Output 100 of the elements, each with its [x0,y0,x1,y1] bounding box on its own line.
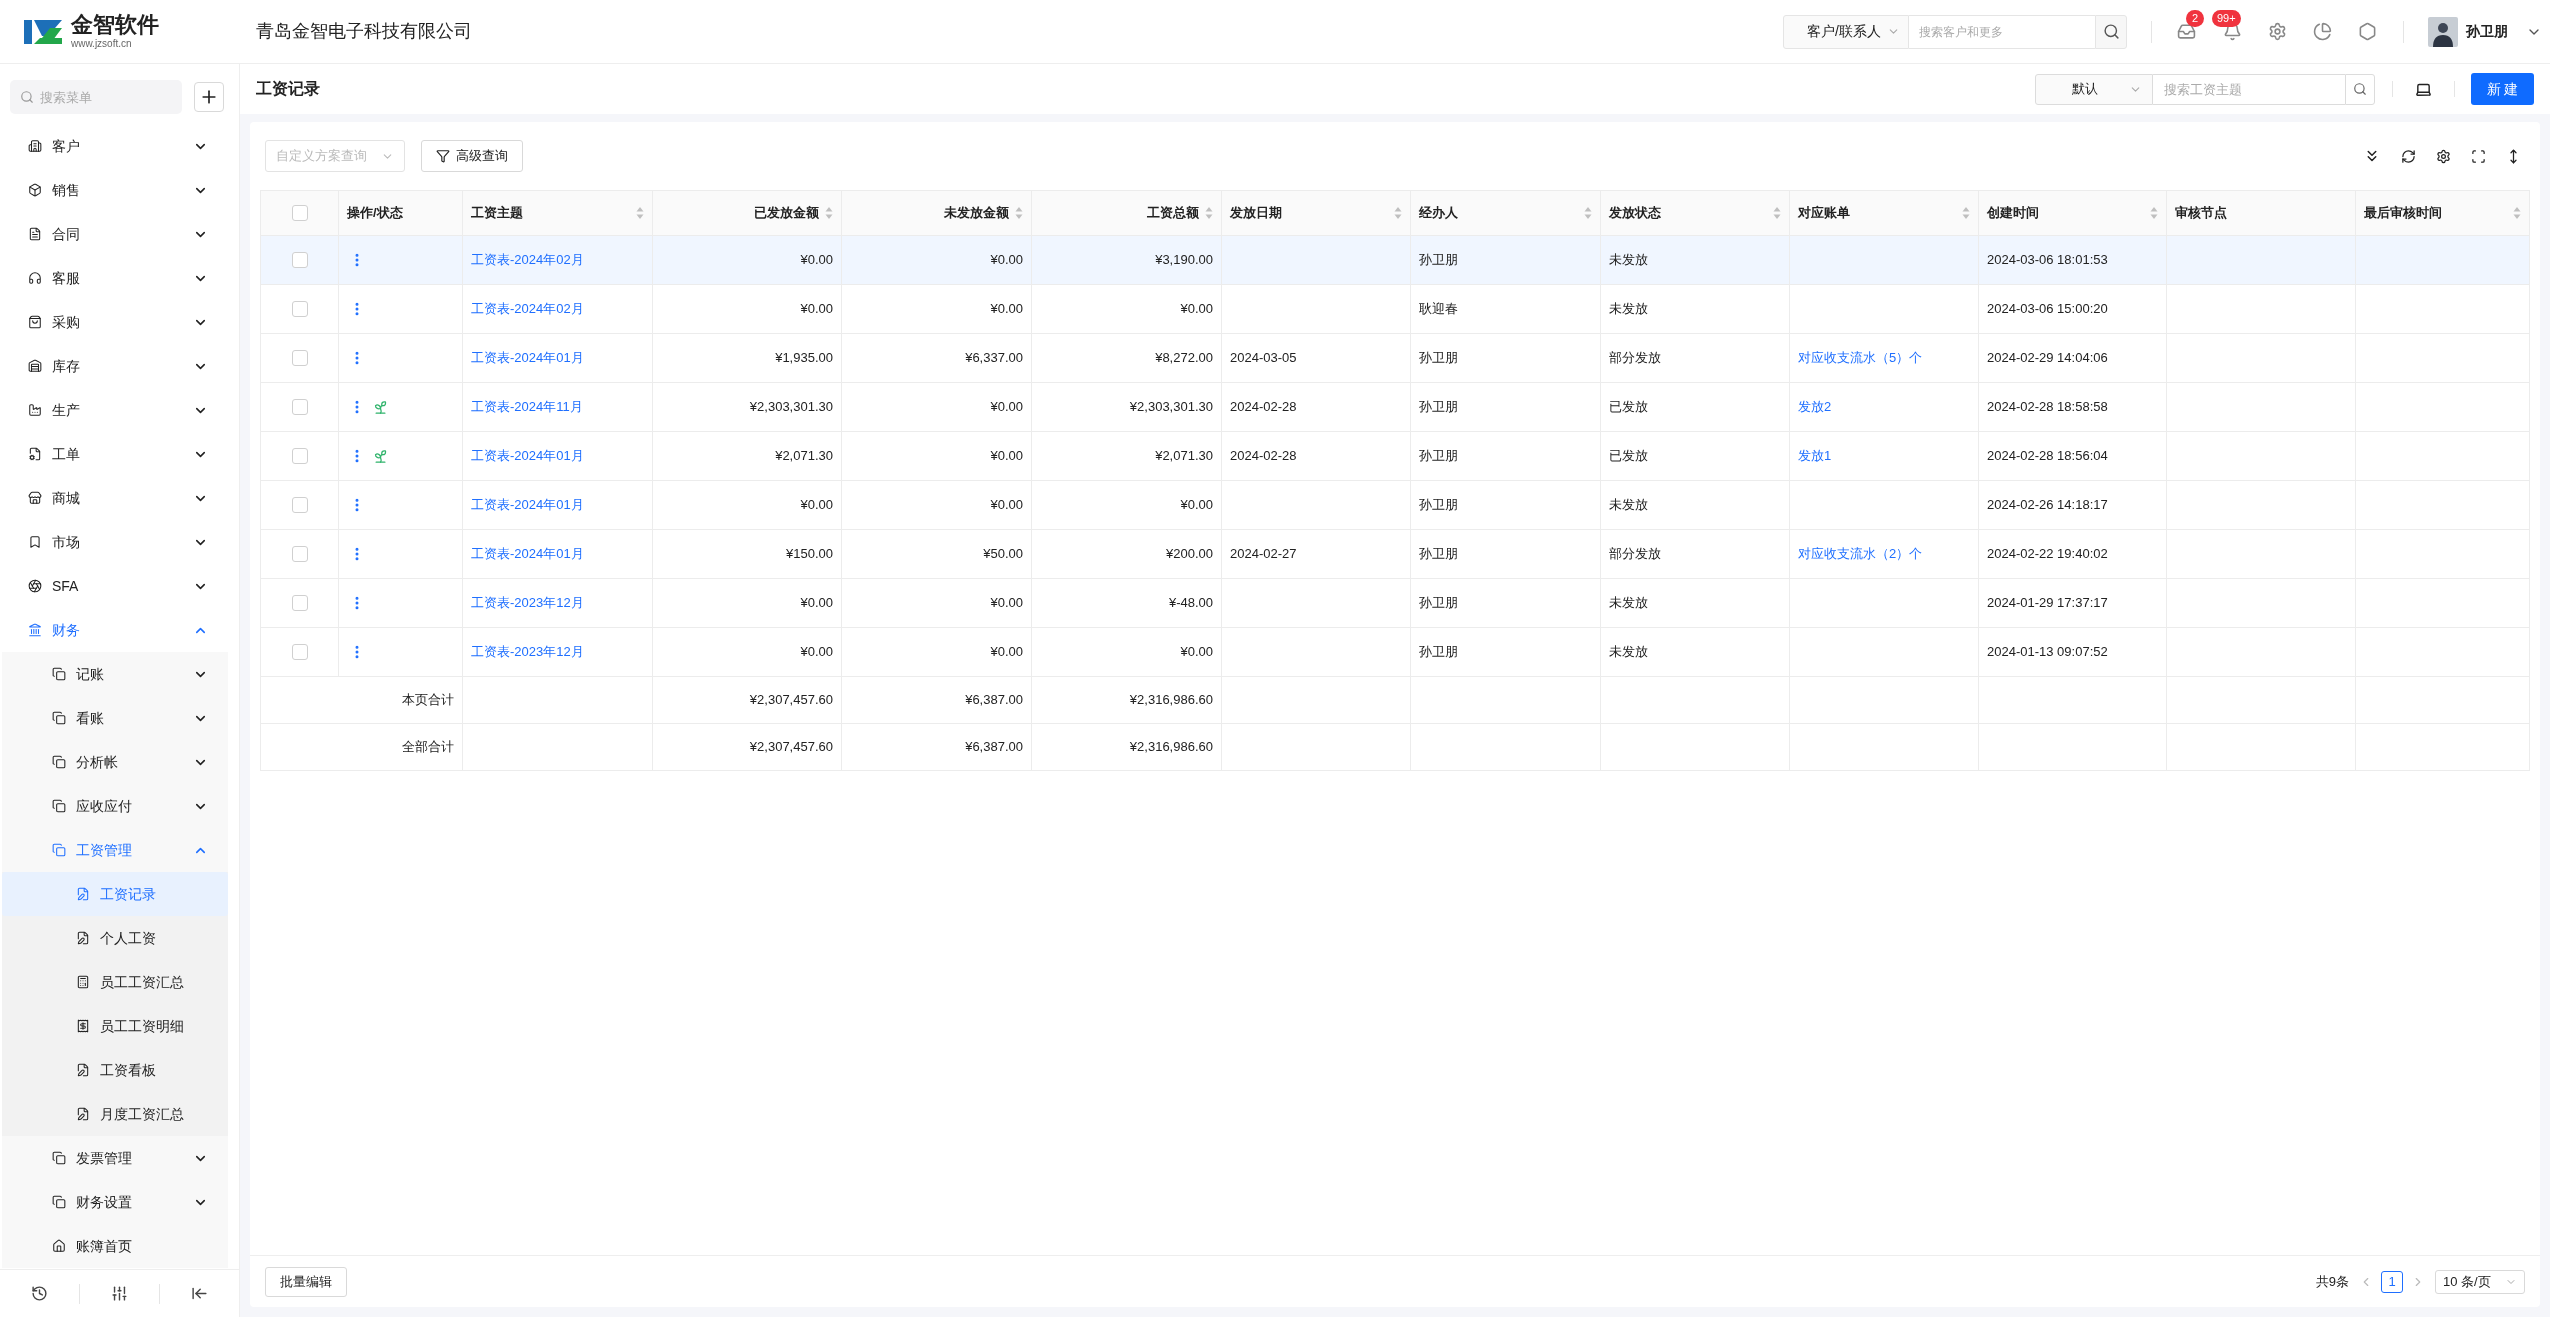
menu-item[interactable]: 看账 [2,696,228,740]
menu-item[interactable]: 账簿首页 [2,1224,228,1268]
search-icon [2353,82,2367,96]
menu-item[interactable]: 发票管理 [2,1136,228,1180]
table-cell-text: 未发放 [1609,496,1648,515]
subject-link[interactable]: 工资表-2024年01月 [471,544,584,564]
hexagon-icon[interactable] [2358,22,2377,41]
menu-item[interactable]: 应收应付 [2,784,228,828]
checkbox[interactable] [291,644,308,660]
search-button[interactable] [2095,14,2127,49]
subject-search-field[interactable]: 搜索工资主题 [2153,73,2345,105]
menu-item[interactable]: 个人工资 [2,916,228,960]
checkbox[interactable] [291,252,308,268]
sliders-icon[interactable] [111,1285,128,1302]
menu-item[interactable]: 工资管理 [2,828,228,872]
table-cell-text: 2024-01-13 09:07:52 [1987,643,2108,662]
menu-item[interactable]: 财务 [2,608,228,652]
subject-link[interactable]: 工资表-2024年02月 [471,299,584,319]
menu-item[interactable]: 员工工资明细 [2,1004,228,1048]
table-row[interactable]: 工资表-2024年01月 ¥2,071.30 ¥0.00 ¥2,071.30 2024-02-28 孙卫朋 已发放 发放1 2024-02-28 18:56:04 [260,432,2530,481]
subject-link[interactable]: 工资表-2024年02月 [471,250,584,270]
history-icon[interactable] [31,1285,48,1302]
menu-item[interactable]: 员工工资汇总 [2,960,228,1004]
menu-item[interactable]: 销售 [2,168,228,212]
subject-link[interactable]: 工资表-2023年12月 [471,593,584,613]
advanced-search-button[interactable]: 高级查询 [421,140,523,172]
menu-item[interactable]: 生产 [2,388,228,432]
menu-item[interactable]: 库存 [2,344,228,388]
checkbox[interactable] [291,350,308,366]
table-cell-text: 2024-02-22 19:40:02 [1987,545,2108,564]
table-cell-text: ¥-48.00 [1168,594,1213,613]
menu-item[interactable]: 月度工资汇总 [2,1092,228,1136]
subject-link[interactable]: 工资表-2023年12月 [471,642,584,662]
search-field[interactable]: 搜索客户和更多 [1909,14,2095,49]
new-button[interactable]: 新 建 [2471,73,2534,105]
menu-item[interactable]: 商城 [2,476,228,520]
subject-link[interactable]: 工资表-2024年01月 [471,495,584,515]
batch-edit-button[interactable]: 批量编辑 [265,1266,347,1297]
table-row[interactable]: 工资表-2023年12月 ¥0.00 ¥0.00 ¥-48.00 孙卫朋 未发放 2024-01-29 17:37:17 [260,579,2530,628]
menu-search-field[interactable]: 搜索菜单 [10,80,182,114]
page-button[interactable]: 1 [2381,1270,2403,1293]
menu-item[interactable]: 市场 [2,520,228,564]
table-row[interactable]: 工资表-2024年01月 ¥0.00 ¥0.00 ¥0.00 孙卫朋 未发放 2024-02-26 14:18:17 [260,481,2530,530]
settings-icon[interactable] [2436,148,2451,164]
subject-link[interactable]: 工资表-2024年11月 [471,397,583,417]
checkbox[interactable] [291,205,308,221]
bill-link[interactable]: 发放1 [1798,446,1832,466]
refresh-icon[interactable] [2401,148,2416,164]
page-size-select[interactable]: 10 条/页 [2435,1269,2525,1294]
menu-item[interactable]: 采购 [2,300,228,344]
subject-link[interactable]: 工资表-2024年01月 [471,348,584,368]
subject-link[interactable]: 工资表-2024年01月 [471,446,584,466]
menu-item[interactable]: 客户 [2,124,228,168]
column-header: 已发放金额 [754,204,819,223]
table-row[interactable]: 工资表-2024年02月 ¥0.00 ¥0.00 ¥3,190.00 孙卫朋 未发放 2024-03-06 18:01:53 [260,236,2530,285]
table-cell-text: ¥8,272.00 [1155,349,1213,368]
table-cell-text: ¥2,316,986.60 [1129,691,1213,710]
search-scope-select[interactable]: 客户/联系人 [1783,14,1909,49]
table-cell-text: 孙卫朋 [1419,349,1458,368]
bill-link[interactable]: 发放2 [1798,397,1832,417]
menu-item[interactable]: 分析帐 [2,740,228,784]
filter-icon [436,149,450,163]
bill-link[interactable]: 对应收支流水（5）个 [1798,348,1923,368]
table-cell-text: ¥0.00 [990,447,1023,466]
table-row[interactable]: 工资表-2024年01月 ¥150.00 ¥50.00 ¥200.00 2024-02-27 孙卫朋 部分发放 对应收支流水（2）个 2024-02-22 19:40:02 [260,530,2530,579]
menu-item[interactable]: 合同 [2,212,228,256]
table-cell-text: ¥50.00 [983,545,1023,564]
checkbox[interactable] [291,595,308,611]
table-cell-text: ¥0.00 [990,251,1023,270]
table-cell-text: 2024-03-06 15:00:20 [1987,300,2108,319]
pie-chart-icon[interactable] [2313,22,2332,41]
table-cell-text: ¥2,071.30 [775,447,833,466]
menu-item[interactable]: SFA [2,564,228,608]
table-row[interactable]: 工资表-2024年01月 ¥1,935.00 ¥6,337.00 ¥8,272.00 2024-03-05 孙卫朋 部分发放 对应收支流水（5）个 2024-02-29 14:04:06 [260,334,2530,383]
search-button[interactable] [2345,73,2375,105]
add-button[interactable] [194,82,224,112]
menu-item[interactable]: 客服 [2,256,228,300]
table-cell-text: ¥0.00 [1180,300,1213,319]
menu-item[interactable]: 记账 [2,652,228,696]
checkbox[interactable] [291,448,308,464]
menu-item[interactable]: 工资记录 [2,872,228,916]
column-header: 对应账单 [1798,204,1850,223]
view-select[interactable]: 默认 [2035,73,2153,105]
checkbox[interactable] [291,546,308,562]
table-row[interactable]: 工资表-2024年11月 ¥2,303,301.30 ¥0.00 ¥2,303,301.30 2024-02-28 孙卫朋 已发放 发放2 2024-02-28 18:58:58 [260,383,2530,432]
table-row[interactable]: 工资表-2024年02月 ¥0.00 ¥0.00 ¥0.00 耿迎春 未发放 2024-03-06 15:00:20 [260,285,2530,334]
inbox-icon [2176,22,2196,41]
checkbox[interactable] [291,301,308,317]
menu-item[interactable]: 工资看板 [2,1048,228,1092]
fullscreen-icon[interactable] [2471,148,2486,164]
bill-link[interactable]: 对应收支流水（2）个 [1798,544,1923,564]
column-header: 发放日期 [1230,204,1282,223]
collapse-icon[interactable] [191,1285,208,1302]
menu-item[interactable]: 财务设置 [2,1180,228,1224]
user-menu[interactable]: 孙卫朋 [2428,16,2542,47]
menu-item[interactable]: 工单 [2,432,228,476]
inbox-button[interactable] [2176,21,2196,42]
checkbox[interactable] [291,399,308,415]
table-row[interactable]: 工资表-2023年12月 ¥0.00 ¥0.00 ¥0.00 孙卫朋 未发放 2024-01-13 09:07:52 [260,628,2530,677]
checkbox[interactable] [291,497,308,513]
